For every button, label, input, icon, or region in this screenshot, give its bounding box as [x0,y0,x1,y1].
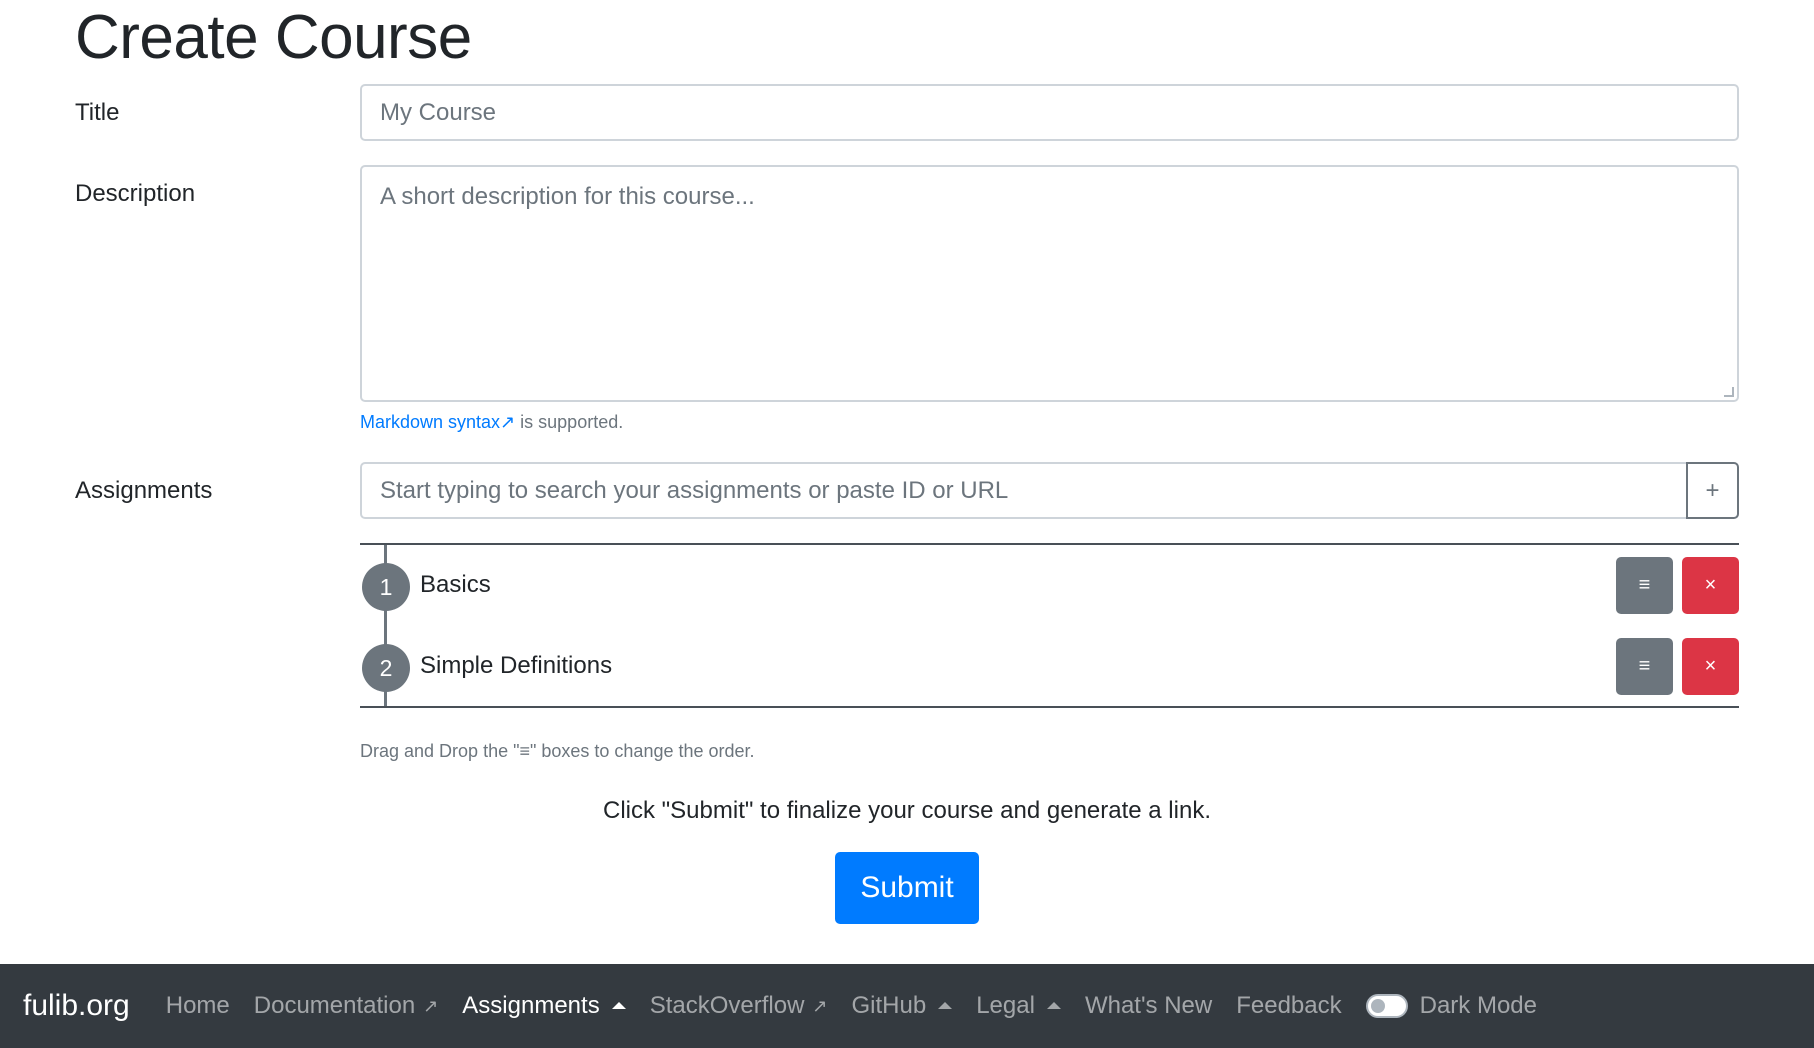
page-title: Create Course [75,3,472,72]
footer-navbar: fulib.org Home Documentation ↗ Assignment… [0,964,1814,1048]
close-icon: × [1704,574,1717,596]
external-link-icon: ↗ [423,995,439,1016]
nav-stackoverflow[interactable]: StackOverflow ↗ [650,992,828,1020]
caret-up-icon [938,1001,953,1009]
remove-assignment-button[interactable]: × [1682,557,1739,614]
assignment-name: Basics [420,571,491,598]
dark-mode-toggle[interactable] [1365,994,1408,1018]
assignment-name: Simple Definitions [420,652,613,679]
drag-hint: Drag and Drop the "≡" boxes to change th… [360,741,755,761]
external-link-icon: ↗ [500,412,516,432]
nav-home[interactable]: Home [166,992,230,1020]
drag-handle-button[interactable]: ≡ [1616,638,1673,695]
assignment-item: 2 Simple Definitions ≡ × [360,638,1739,695]
assignment-search-group: Start typing to search your assignments … [360,462,1739,519]
dark-mode-switch[interactable]: Dark Mode [1365,992,1537,1020]
plus-icon: + [1705,476,1720,504]
assignments-label: Assignments [75,477,213,504]
add-assignment-button[interactable]: + [1686,462,1739,519]
nav-assignments[interactable]: Assignments [462,992,626,1020]
caret-up-icon [611,1001,626,1009]
title-input[interactable]: My Course [360,84,1739,141]
title-label: Title [75,99,120,126]
assignment-search-placeholder: Start typing to search your assignments … [380,476,1009,504]
markdown-help: Markdown syntax↗ is supported. [360,412,623,433]
remove-assignment-button[interactable]: × [1682,638,1739,695]
nav-documentation[interactable]: Documentation ↗ [254,992,439,1020]
resize-handle-icon[interactable] [1724,387,1734,397]
caret-up-icon [1046,1001,1061,1009]
external-link-icon: ↗ [812,995,828,1016]
drag-handle-icon: ≡ [1638,655,1651,677]
description-label: Description [75,180,196,207]
submit-button[interactable]: Submit [835,852,979,924]
nav-legal[interactable]: Legal [976,992,1061,1020]
toggle-knob [1370,999,1385,1013]
close-icon: × [1704,655,1717,677]
assignment-item: 1 Basics ≡ × [360,557,1739,614]
nav-github[interactable]: GitHub [852,992,953,1020]
assignment-number-badge: 2 [362,644,410,692]
page: Create Course Title My Course Descriptio… [0,0,1814,1048]
description-placeholder: A short description for this course... [380,183,755,210]
dark-mode-label: Dark Mode [1419,992,1537,1019]
assignment-number-badge: 1 [362,563,410,611]
nav-feedback[interactable]: Feedback [1236,992,1341,1020]
drag-handle-icon: ≡ [1638,574,1651,596]
assignment-search-input[interactable]: Start typing to search your assignments … [360,462,1686,519]
markdown-help-suffix: is supported. [515,412,624,432]
drag-handle-button[interactable]: ≡ [1616,557,1673,614]
title-placeholder: My Course [380,98,497,126]
nav-whats-new[interactable]: What's New [1085,992,1212,1020]
submit-instruction: Click "Submit" to finalize your course a… [602,797,1211,824]
brand-link[interactable]: fulib.org [23,989,130,1023]
description-textarea[interactable]: A short description for this course... [360,165,1739,402]
markdown-syntax-link[interactable]: Markdown syntax↗ [360,412,515,432]
assignment-list: 1 Basics ≡ × 2 Simple Definitions ≡ × [360,543,1739,708]
